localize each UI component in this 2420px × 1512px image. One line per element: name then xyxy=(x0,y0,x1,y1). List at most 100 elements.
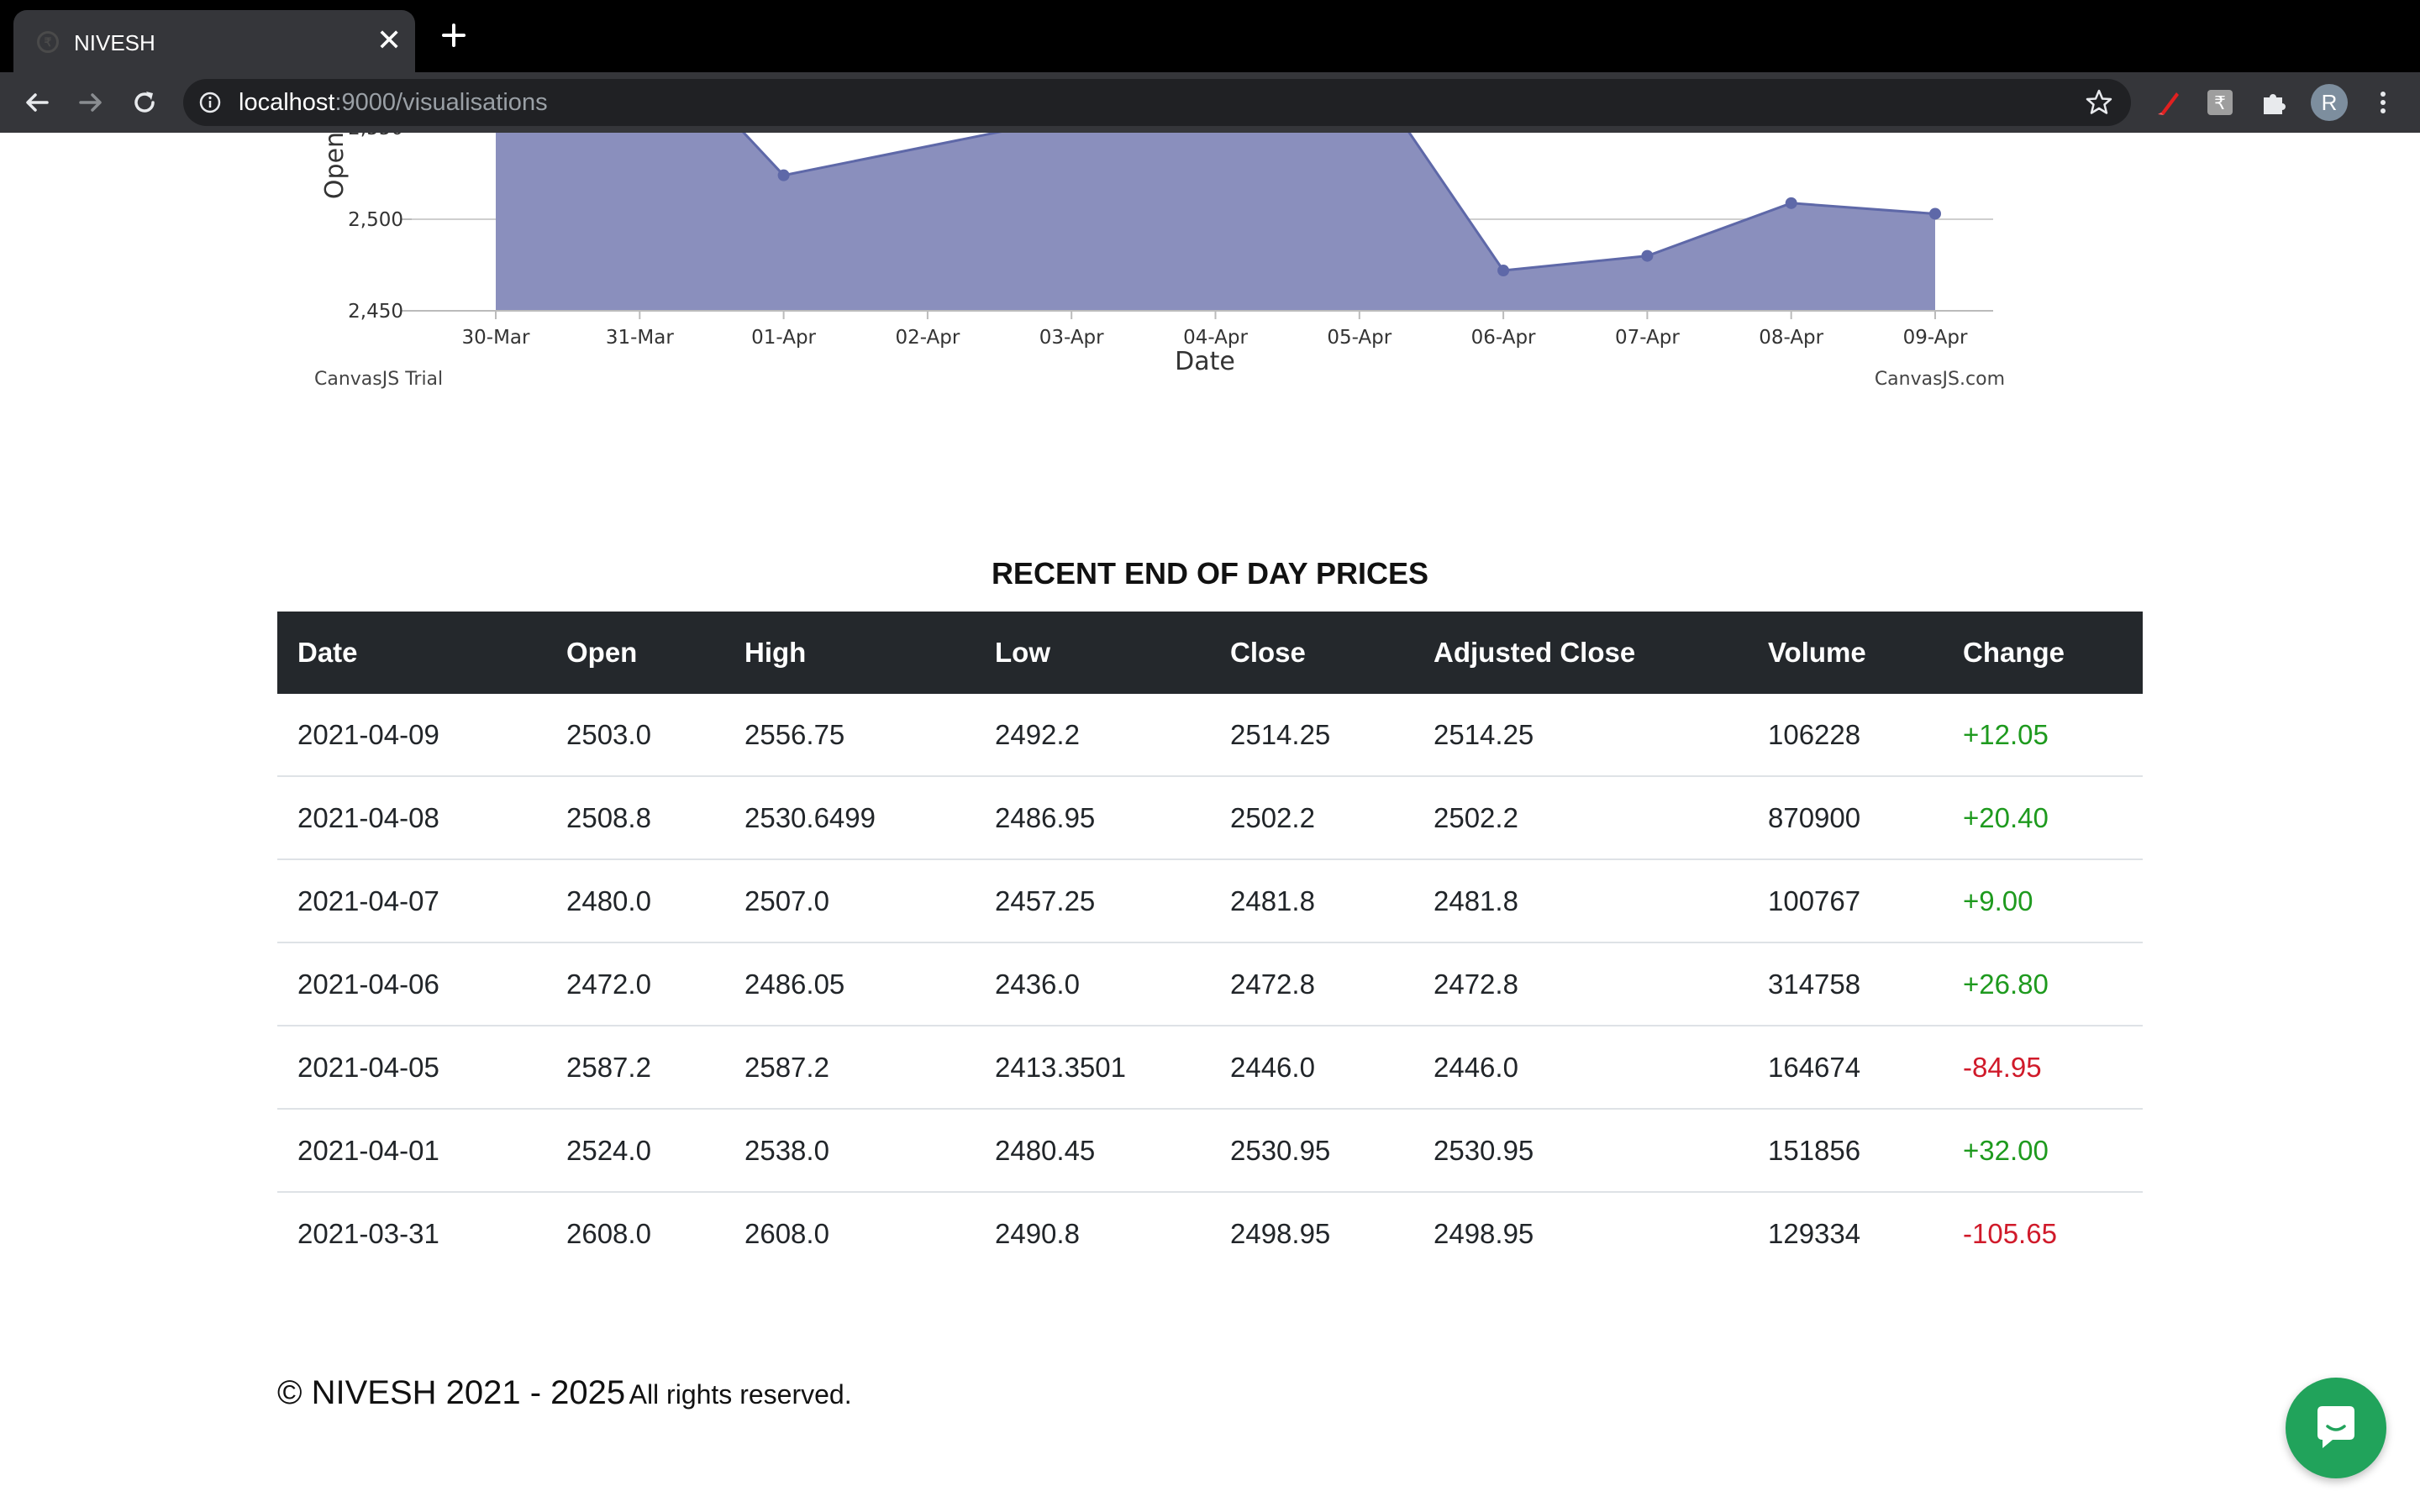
table-cell: 2486.05 xyxy=(724,942,975,1026)
table-cell: 314758 xyxy=(1748,942,1943,1026)
table-row: 2021-04-05 2587.2 2587.2 2413.3501 2446.0 244… xyxy=(277,1026,2143,1110)
column-header: Open xyxy=(566,637,638,668)
eod-prices-table: Date Open High Low Close Adjusted Close Volume… xyxy=(277,612,2143,1274)
table-cell: 2021-04-08 xyxy=(277,776,546,860)
svg-text:₹: ₹ xyxy=(2214,93,2226,114)
table-header-row: Date Open High Low Close Adjusted Close Volume… xyxy=(277,612,2143,694)
data-point[interactable] xyxy=(1785,197,1797,209)
table-cell: 106228 xyxy=(1748,694,1943,777)
bookmark-star-icon[interactable] xyxy=(2084,87,2114,118)
rupee-extension-icon[interactable]: ₹ xyxy=(2205,87,2235,118)
change-cell: +12.05 xyxy=(1943,694,2143,777)
x-tick-label: 30-Mar xyxy=(462,327,531,349)
x-tick-label: 04-Apr xyxy=(1183,327,1248,349)
browser-tab[interactable]: ₹ NIVESH ✕ xyxy=(13,10,415,72)
table-cell: 2021-04-01 xyxy=(277,1109,546,1193)
table-cell: 2556.75 xyxy=(724,694,975,777)
kebab-menu-icon[interactable] xyxy=(2368,87,2398,118)
table-cell: 2446.0 xyxy=(1413,1026,1748,1110)
table-cell: 2457.25 xyxy=(975,859,1210,943)
x-tick-label: 01-Apr xyxy=(751,327,816,349)
change-cell: +32.00 xyxy=(1943,1109,2143,1193)
table-row: 2021-03-31 2608.0 2608.0 2490.8 2498.95 2498.… xyxy=(277,1192,2143,1274)
x-tick-label: 05-Apr xyxy=(1327,327,1392,349)
table-cell: 2587.2 xyxy=(546,1026,724,1110)
column-header: Adjusted Close xyxy=(1434,637,1636,668)
y-tick-label: 2,500 xyxy=(348,209,403,231)
table-row: 2021-04-06 2472.0 2486.05 2436.0 2472.8 2472.… xyxy=(277,942,2143,1026)
table-cell: 2502.2 xyxy=(1413,776,1748,860)
table-cell: 2472.8 xyxy=(1210,942,1413,1026)
table-cell: 2587.2 xyxy=(724,1026,975,1110)
change-cell: -105.65 xyxy=(1963,1217,2057,1249)
table-cell: 2524.0 xyxy=(546,1109,724,1193)
new-tab-icon[interactable] xyxy=(439,20,469,50)
table-heading: RECENT END OF DAY PRICES xyxy=(991,556,1429,591)
address-bar[interactable]: localhost:9000/visualisations xyxy=(183,79,2131,126)
chat-button[interactable] xyxy=(2286,1378,2386,1478)
back-arrow-icon[interactable] xyxy=(22,87,52,118)
table-cell: 2608.0 xyxy=(744,1217,829,1249)
column-header: Close xyxy=(1230,637,1306,668)
pen-extension-icon[interactable] xyxy=(2153,87,2183,118)
table-cell: 2514.25 xyxy=(1210,694,1413,777)
table-cell: 2498.95 xyxy=(1434,1217,1534,1249)
profile-avatar[interactable]: R xyxy=(2311,84,2348,121)
table-cell: 100767 xyxy=(1748,859,1943,943)
table-cell: 2490.8 xyxy=(995,1217,1080,1249)
extensions-puzzle-icon[interactable] xyxy=(2259,87,2289,118)
table-cell: 2508.8 xyxy=(546,776,724,860)
data-point[interactable] xyxy=(1641,249,1654,262)
table-cell: 2538.0 xyxy=(724,1109,975,1193)
column-header: Volume xyxy=(1768,637,1866,668)
table-row: 2021-04-07 2480.0 2507.0 2457.25 2481.8 2481.… xyxy=(277,859,2143,943)
url-text[interactable]: localhost:9000/visualisations xyxy=(239,89,548,117)
table-cell: 2021-03-31 xyxy=(297,1217,439,1249)
column-header: Change xyxy=(1963,637,2065,668)
table-cell: 2021-04-06 xyxy=(277,942,546,1026)
table-cell: 2472.8 xyxy=(1413,942,1748,1026)
change-cell: +26.80 xyxy=(1943,942,2143,1026)
table-cell: 164674 xyxy=(1748,1026,1943,1110)
table-cell: 2486.95 xyxy=(975,776,1210,860)
table-cell: 2481.8 xyxy=(1210,859,1413,943)
y-axis-label: Open xyxy=(320,133,350,199)
table-cell: 129334 xyxy=(1768,1217,1861,1249)
x-tick-label: 02-Apr xyxy=(895,327,960,349)
browser-tab-bar: ₹ NIVESH ✕ xyxy=(0,0,2420,72)
table-cell: 2436.0 xyxy=(975,942,1210,1026)
tab-close-icon[interactable]: ✕ xyxy=(376,25,402,55)
data-point[interactable] xyxy=(1929,207,1941,220)
table-cell: 2446.0 xyxy=(1210,1026,1413,1110)
reload-icon[interactable] xyxy=(129,87,160,118)
forward-arrow-icon[interactable] xyxy=(76,87,106,118)
table-cell: 2480.45 xyxy=(975,1109,1210,1193)
chat-bubble-icon xyxy=(2317,1406,2354,1448)
open-price-chart: 2,450 2,500 2,550 30-Mar 31-Mar 01-Apr 02-Apr… xyxy=(0,133,2420,402)
chart-credit-canvasjs[interactable]: CanvasJS.com xyxy=(1875,369,2005,390)
y-tick-label: 2,450 xyxy=(348,301,403,323)
table-cell: 2530.95 xyxy=(1210,1109,1413,1193)
column-header: High xyxy=(744,637,807,668)
chart-canvas: 2,450 2,500 2,550 30-Mar 31-Mar 01-Apr 02-Apr… xyxy=(314,133,2005,390)
info-icon[interactable] xyxy=(198,91,222,114)
x-tick-label: 06-Apr xyxy=(1471,327,1536,349)
table-cell: 2507.0 xyxy=(724,859,975,943)
column-header: Date xyxy=(297,637,358,668)
chart-credit-trial[interactable]: CanvasJS Trial xyxy=(314,369,443,390)
table-cell: 2492.2 xyxy=(975,694,1210,777)
table-row: 2021-04-01 2524.0 2538.0 2480.45 2530.95 2530… xyxy=(277,1109,2143,1193)
tab-title: NIVESH xyxy=(74,30,155,55)
table-cell: 2413.3501 xyxy=(975,1026,1210,1110)
x-tick-label: 03-Apr xyxy=(1039,327,1104,349)
table-cell: 2502.2 xyxy=(1210,776,1413,860)
x-tick-label: 31-Mar xyxy=(606,327,675,349)
x-tick-label: 07-Apr xyxy=(1615,327,1680,349)
x-tick-label: 09-Apr xyxy=(1903,327,1968,349)
data-point[interactable] xyxy=(777,169,790,181)
change-cell: -84.95 xyxy=(1943,1026,2143,1110)
data-point[interactable] xyxy=(1497,265,1510,277)
area-fill xyxy=(496,133,1935,311)
table-cell: 2498.95 xyxy=(1230,1217,1331,1249)
x-axis-label: Date xyxy=(1175,347,1235,376)
